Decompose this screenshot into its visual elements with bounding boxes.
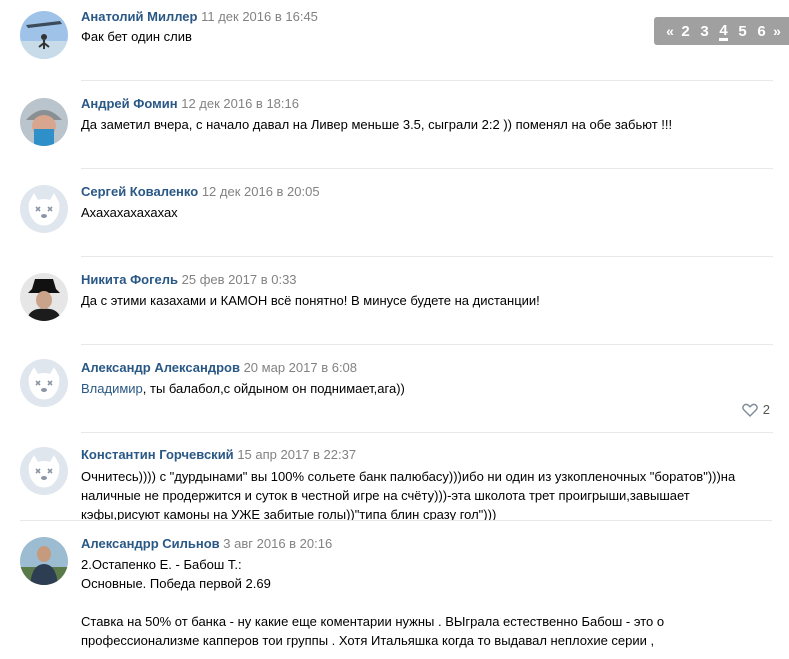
comment-meta: Андрей Фомин 12 дек 2016 в 18:16 (81, 96, 299, 112)
mention-link[interactable]: Владимир (81, 381, 143, 396)
divider (81, 168, 773, 169)
comment-date[interactable]: 12 дек 2016 в 18:16 (181, 96, 299, 111)
skydiver-photo-icon (20, 11, 68, 59)
author-name[interactable]: Константин Горчевский (81, 447, 234, 462)
comment-text: Ахахахахахахах (81, 205, 178, 220)
divider (81, 80, 773, 81)
deactivated-dog-icon (20, 359, 68, 407)
avatar[interactable] (20, 11, 68, 59)
comment-meta: Александр Александров 20 мар 2017 в 6:08 (81, 360, 357, 376)
man-outdoor-photo-icon (20, 537, 68, 585)
like-count: 2 (762, 402, 770, 417)
like-button[interactable]: 2 (741, 402, 770, 417)
comment-date[interactable]: 25 фев 2017 в 0:33 (182, 272, 297, 287)
author-name[interactable]: Никита Фогель (81, 272, 178, 287)
comment-text: 2.Остапенко Е. - Бабош Т.: Основные. Поб… (81, 557, 665, 648)
author-name[interactable]: Александр Александров (81, 360, 240, 375)
avatar[interactable] (20, 98, 68, 146)
avatar[interactable] (20, 185, 68, 233)
avatar[interactable] (20, 447, 68, 495)
comment-date[interactable]: 11 дек 2016 в 16:45 (201, 9, 318, 24)
avatar[interactable] (20, 537, 68, 585)
avatar[interactable] (20, 273, 68, 321)
comment-date[interactable]: 15 апр 2017 в 22:37 (237, 447, 356, 462)
comment-text: Фак бет один слив (81, 29, 192, 44)
comment-meta: Анатолий Миллер 11 дек 2016 в 16:45 (81, 9, 318, 25)
author-name[interactable]: Анатолий Миллер (81, 9, 197, 24)
avatar[interactable] (20, 359, 68, 407)
divider (81, 256, 773, 257)
deactivated-dog-icon (20, 185, 68, 233)
comment-text: Да с этими казахами и КАМОН всё понятно!… (81, 293, 540, 308)
comment-item: Александрр Сильнов 3 авг 2016 в 20:16 2.… (0, 521, 789, 659)
comment-text: Да заметил вчера, с начало давал на Ливе… (81, 117, 673, 132)
comment-meta: Александрр Сильнов 3 авг 2016 в 20:16 (81, 536, 332, 552)
author-name[interactable]: Александрр Сильнов (81, 536, 220, 551)
comment-date[interactable]: 12 дек 2016 в 20:05 (202, 184, 320, 199)
author-name[interactable]: Андрей Фомин (81, 96, 178, 111)
comment-text: Очнитесь)))) с "дурдынами" вы 100% солье… (81, 469, 736, 522)
comment-meta: Никита Фогель 25 фев 2017 в 0:33 (81, 272, 297, 288)
author-name[interactable]: Сергей Коваленко (81, 184, 198, 199)
comment-date[interactable]: 3 авг 2016 в 20:16 (223, 536, 332, 551)
divider (81, 344, 773, 345)
comment-date[interactable]: 20 мар 2017 в 6:08 (244, 360, 357, 375)
divider (81, 432, 773, 433)
comment-meta: Сергей Коваленко 12 дек 2016 в 20:05 (81, 184, 320, 200)
heart-icon (741, 403, 758, 417)
comment-meta: Константин Горчевский 15 апр 2017 в 22:3… (81, 447, 356, 463)
black-hat-photo-icon (20, 273, 68, 321)
comment-text: Владимир, ты балабол,с ойдыном он подним… (81, 381, 405, 396)
winter-hat-photo-icon (20, 98, 68, 146)
deactivated-dog-icon (20, 447, 68, 495)
